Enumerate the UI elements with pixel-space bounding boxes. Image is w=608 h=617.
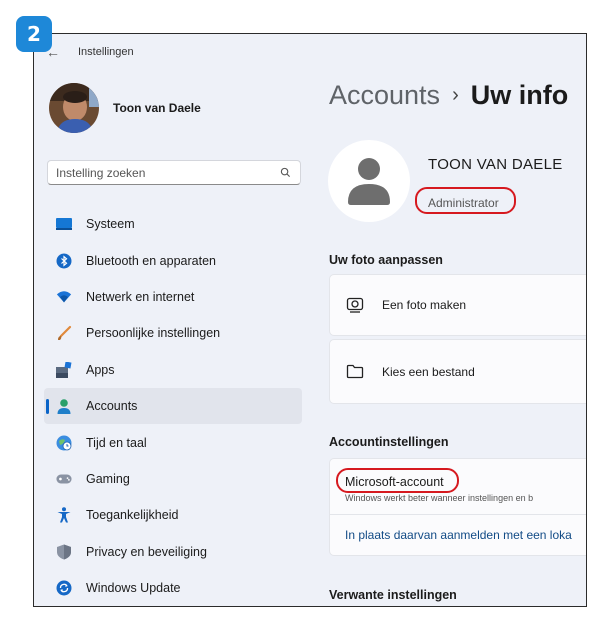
sidebar-item-windows-update[interactable]: Windows Update: [44, 570, 302, 606]
update-icon: [56, 580, 72, 596]
account-display-name: TOON VAN DAELE: [428, 156, 563, 173]
page-title: Uw info: [470, 80, 569, 110]
default-user-icon: [348, 158, 390, 205]
choose-file-label: Kies een bestand: [382, 364, 475, 379]
camera-icon: [346, 296, 364, 314]
sidebar-item-accounts[interactable]: Accounts: [44, 387, 302, 425]
sidebar-item-toegankelijkheid[interactable]: Toegankelijkheid: [44, 497, 302, 533]
sidebar-item-bluetooth[interactable]: Bluetooth en apparaten: [44, 242, 302, 278]
search-placeholder: Instelling zoeken: [56, 165, 146, 180]
gamepad-icon: [56, 471, 72, 487]
highlight-oval: [415, 187, 516, 214]
person-icon: [56, 398, 72, 415]
wifi-icon: [56, 289, 72, 305]
photo-section-title: Uw foto aanpassen: [329, 253, 443, 267]
sidebar-item-gaming[interactable]: Gaming: [44, 461, 302, 497]
bluetooth-icon: [56, 253, 72, 269]
breadcrumb: Accounts › Uw info: [329, 80, 568, 111]
folder-icon: [346, 363, 364, 381]
local-account-link[interactable]: In plaats daarvan aanmelden met een loka: [345, 528, 572, 542]
window-title: Instellingen: [78, 46, 134, 58]
take-photo-card[interactable]: Een foto maken: [329, 274, 586, 336]
apps-icon: [56, 361, 72, 378]
user-photo-icon: [49, 83, 99, 133]
sidebar-item-netwerk[interactable]: Netwerk en internet: [44, 279, 302, 315]
accessibility-icon: [56, 507, 72, 523]
breadcrumb-parent[interactable]: Accounts: [329, 80, 440, 111]
sidebar-item-apps[interactable]: Apps: [44, 352, 302, 388]
search-icon[interactable]: [278, 166, 292, 180]
sidebar-item-tijd[interactable]: Tijd en taal: [44, 424, 302, 460]
related-settings-title: Verwante instellingen: [329, 588, 457, 602]
take-photo-label: Een foto maken: [382, 298, 467, 312]
sidebar-item-systeem[interactable]: Systeem: [44, 206, 302, 242]
brush-icon: [56, 325, 72, 341]
globe-clock-icon: [56, 435, 72, 451]
search-input[interactable]: Instelling zoeken: [47, 160, 301, 185]
monitor-icon: [56, 216, 72, 232]
profile-header[interactable]: Toon van Daele: [49, 83, 201, 133]
sidebar-item-persoonlijk[interactable]: Persoonlijke instellingen: [44, 315, 302, 351]
microsoft-account-description: Windows werkt beter wanneer instellingen…: [345, 493, 534, 503]
sidebar-nav: Systeem Bluetooth en apparaten Netwerk e…: [44, 206, 302, 606]
title-bar: ← Instellingen: [46, 42, 134, 62]
shield-icon: [56, 544, 72, 560]
account-settings-title: Accountinstellingen: [329, 435, 449, 449]
card-divider: [329, 514, 586, 515]
avatar: [49, 83, 99, 133]
settings-window: ← Instellingen Toon van Daele Instelling…: [33, 33, 587, 607]
step-number-badge: 2: [16, 16, 52, 52]
choose-file-card[interactable]: Kies een bestand: [329, 339, 586, 404]
highlight-oval: [336, 468, 459, 493]
breadcrumb-separator: ›: [452, 84, 459, 106]
profile-name: Toon van Daele: [113, 101, 201, 115]
sidebar-item-privacy[interactable]: Privacy en beveiliging: [44, 534, 302, 570]
account-avatar: [328, 140, 410, 222]
